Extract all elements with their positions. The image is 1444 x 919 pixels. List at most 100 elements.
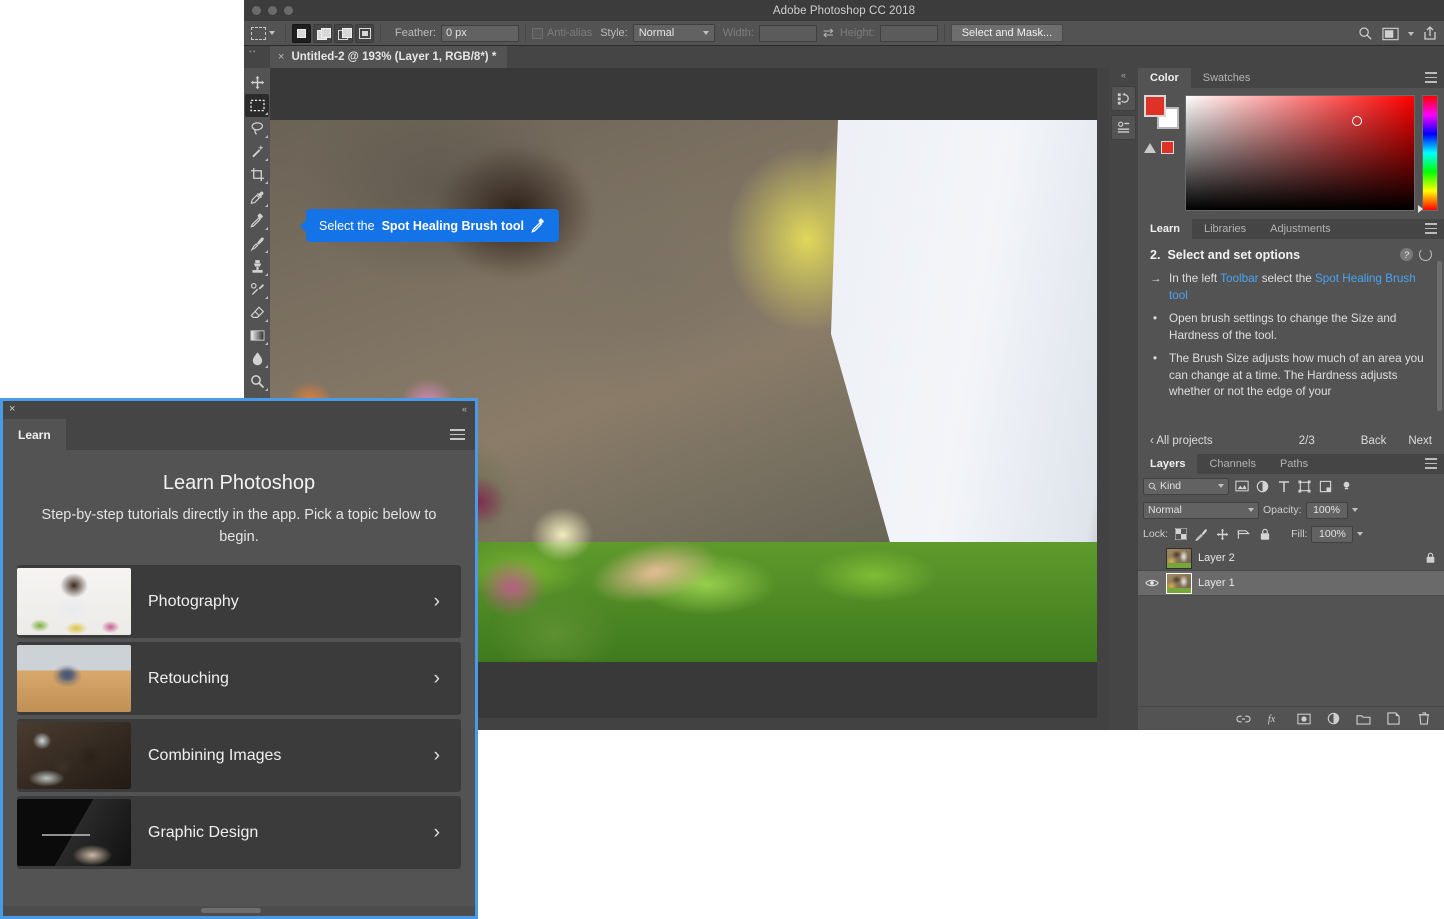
type-layer-filter-icon[interactable] <box>1275 479 1292 494</box>
feather-input[interactable]: 0 px <box>441 25 519 42</box>
chevron-right-icon[interactable]: › <box>434 668 440 690</box>
minimize-window-button[interactable] <box>268 6 277 15</box>
window-traffic-lights[interactable] <box>252 0 293 21</box>
dodge-tool[interactable] <box>245 370 269 393</box>
tab-libraries[interactable]: Libraries <box>1192 219 1258 239</box>
tab-learn[interactable]: Learn <box>1138 219 1192 239</box>
add-to-selection-button[interactable] <box>313 24 332 43</box>
learn-window-scrollbar[interactable] <box>3 906 475 916</box>
color-panel-tabs[interactable]: Color Swatches <box>1138 68 1444 88</box>
lasso-tool[interactable] <box>245 117 269 140</box>
maximize-window-button[interactable] <box>284 6 293 15</box>
panel-menu-icon[interactable] <box>1425 458 1437 469</box>
tab-layers[interactable]: Layers <box>1138 454 1197 474</box>
rectangular-marquee-tool[interactable] <box>245 94 269 117</box>
delete-layer-icon[interactable] <box>1415 711 1432 726</box>
collapse-panels-icon[interactable]: « <box>1121 70 1126 82</box>
list-item[interactable]: Combining Images › <box>17 719 461 792</box>
list-item[interactable]: Retouching › <box>17 642 461 715</box>
panel-menu-icon[interactable] <box>450 429 465 440</box>
hue-slider[interactable] <box>1422 95 1438 211</box>
tool-preset-picker[interactable] <box>247 27 279 40</box>
subtract-from-selection-button[interactable] <box>334 24 353 43</box>
coachmark-tooltip[interactable]: Select the Spot Healing Brush tool <box>306 209 559 242</box>
blend-mode-select[interactable]: Normal <box>1143 502 1259 519</box>
history-brush-tool[interactable] <box>245 278 269 301</box>
lock-artboard-nesting-icon[interactable] <box>1235 527 1252 542</box>
layer-thumbnail[interactable] <box>1166 573 1192 594</box>
learn-window-tabs[interactable]: Learn <box>3 419 475 450</box>
tab-learn[interactable]: Learn <box>3 419 66 450</box>
opacity-input[interactable]: 100% <box>1306 502 1348 519</box>
chevron-right-icon[interactable]: › <box>434 745 440 767</box>
anti-alias-checkbox[interactable] <box>532 28 543 39</box>
workspace-icon[interactable] <box>1382 27 1399 41</box>
quick-selection-tool[interactable] <box>245 140 269 163</box>
smart-object-filter-icon[interactable] <box>1317 479 1334 494</box>
lock-position-icon[interactable] <box>1214 527 1231 542</box>
tab-swatches[interactable]: Swatches <box>1191 68 1263 88</box>
share-icon[interactable] <box>1423 26 1437 41</box>
fill-input[interactable]: 100% <box>1311 526 1353 543</box>
toolbar-link[interactable]: Toolbar <box>1220 272 1258 285</box>
new-layer-icon[interactable] <box>1385 711 1402 726</box>
foreground-color-swatch[interactable] <box>1144 95 1166 117</box>
list-item[interactable]: Photography › <box>17 565 461 638</box>
clone-stamp-tool[interactable] <box>245 255 269 278</box>
hue-slider-handle[interactable] <box>1418 205 1423 213</box>
collapse-icon[interactable]: « <box>462 404 467 414</box>
chevron-down-icon[interactable] <box>1408 32 1414 36</box>
lock-all-icon[interactable] <box>1256 527 1273 542</box>
gamut-warning-row[interactable] <box>1144 141 1178 154</box>
close-icon[interactable]: × <box>278 51 284 63</box>
adjustment-layer-icon[interactable] <box>1325 711 1342 726</box>
reset-icon[interactable] <box>1419 248 1432 261</box>
eyedropper-tool[interactable] <box>245 186 269 209</box>
swap-width-height-icon[interactable]: ⇄ <box>823 25 834 41</box>
panel-menu-icon[interactable] <box>1425 223 1437 234</box>
chevron-right-icon[interactable]: › <box>434 822 440 844</box>
tab-bar-grip[interactable] <box>244 46 270 68</box>
foreground-background-swatches[interactable] <box>1144 95 1178 127</box>
gradient-tool[interactable] <box>245 324 269 347</box>
lock-all-icon[interactable] <box>1425 552 1436 564</box>
spot-healing-brush-tool[interactable] <box>245 209 269 232</box>
chevron-down-icon[interactable] <box>269 31 275 35</box>
move-tool[interactable] <box>245 71 269 94</box>
shape-layer-filter-icon[interactable] <box>1296 479 1313 494</box>
layer-thumbnail[interactable] <box>1166 548 1192 569</box>
new-selection-button[interactable] <box>292 24 311 43</box>
layer-visibility-toggle[interactable] <box>1143 578 1160 588</box>
next-button[interactable]: Next <box>1408 435 1432 447</box>
chevron-down-icon[interactable] <box>1352 508 1358 512</box>
panel-menu-icon[interactable] <box>1425 72 1437 83</box>
canvas-vertical-scrollbar[interactable] <box>1097 68 1109 730</box>
chevron-down-icon[interactable] <box>1357 532 1363 536</box>
lock-transparent-pixels-icon[interactable] <box>1172 527 1189 542</box>
color-picker-cursor[interactable] <box>1352 116 1362 126</box>
layers-panel-tabs[interactable]: Layers Channels Paths <box>1138 454 1444 474</box>
width-input[interactable] <box>759 25 817 42</box>
close-window-button[interactable] <box>252 6 261 15</box>
tab-paths[interactable]: Paths <box>1268 454 1320 474</box>
select-and-mask-button[interactable]: Select and Mask... <box>951 24 1064 42</box>
selection-mode-group[interactable] <box>292 24 374 43</box>
back-button[interactable]: Back <box>1361 435 1387 447</box>
gamut-warning-swatch[interactable] <box>1161 141 1174 154</box>
tab-channels[interactable]: Channels <box>1197 454 1267 474</box>
filter-toggle-icon[interactable] <box>1338 479 1355 494</box>
adjustment-layer-filter-icon[interactable] <box>1254 479 1271 494</box>
table-row[interactable]: Layer 1 <box>1138 571 1444 596</box>
height-input[interactable] <box>880 25 938 42</box>
eraser-tool[interactable] <box>245 301 269 324</box>
actions-panel-icon[interactable] <box>1111 115 1136 140</box>
crop-tool[interactable] <box>245 163 269 186</box>
learn-panel-tabs[interactable]: Learn Libraries Adjustments <box>1138 219 1444 239</box>
link-layers-icon[interactable] <box>1235 711 1252 726</box>
lock-image-pixels-icon[interactable] <box>1193 527 1210 542</box>
brush-tool[interactable] <box>245 232 269 255</box>
history-panel-icon[interactable] <box>1111 86 1136 111</box>
learn-panel-scrollbar[interactable] <box>1437 261 1442 411</box>
list-item[interactable]: Graphic Design › <box>17 796 461 869</box>
search-icon[interactable] <box>1358 26 1373 41</box>
